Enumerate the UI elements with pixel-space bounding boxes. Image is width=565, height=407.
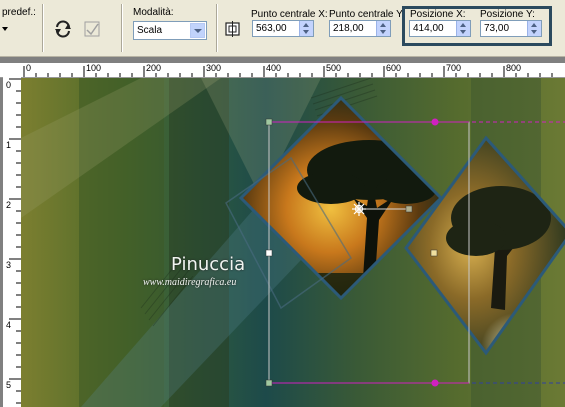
pos-y-label: Posizione Y: <box>480 9 535 20</box>
horizontal-ruler: 0 100 200 300 400 500 600 700 800 <box>0 63 565 78</box>
preset-label: predef.: <box>2 7 36 18</box>
chevron-down-icon[interactable] <box>190 23 205 38</box>
ruler-label: 1 <box>6 140 12 150</box>
mode-label: Modalità: <box>133 7 174 18</box>
pos-x-spinner[interactable] <box>456 21 470 36</box>
ruler-label: 4 <box>6 320 12 330</box>
ruler-label: 800 <box>506 63 522 73</box>
mode-select[interactable]: Scala <box>133 21 207 40</box>
reset-icon[interactable] <box>53 19 73 39</box>
ruler-label: 600 <box>386 63 402 73</box>
pos-y-spinner[interactable] <box>527 21 541 36</box>
center-y-input[interactable]: 218,00 <box>329 20 391 37</box>
center-y-spinner[interactable] <box>376 21 390 36</box>
pos-x-input[interactable]: 414,00 <box>409 20 471 37</box>
ruler-label: 500 <box>326 63 342 73</box>
preset-dropdown-arrow[interactable] <box>2 27 8 31</box>
pos-y-input[interactable]: 73,00 <box>480 20 542 37</box>
ruler-label: 0 <box>26 63 32 73</box>
center-x-label: Punto centrale X: <box>251 9 328 20</box>
ruler-label: 5 <box>6 380 12 390</box>
pos-x-label: Posizione X: <box>410 9 466 20</box>
ruler-label: 3 <box>6 260 12 270</box>
watermark-name: Pinuccia <box>171 254 246 275</box>
center-x-value: 563,00 <box>256 23 287 34</box>
center-y-label: Punto centrale Y: <box>329 9 405 20</box>
separator <box>216 4 217 52</box>
ruler-label: 700 <box>446 63 462 73</box>
center-x-input[interactable]: 563,00 <box>252 20 314 37</box>
ruler-label: 200 <box>146 63 162 73</box>
center-x-spinner[interactable] <box>299 21 313 36</box>
watermark-url: www.maidiregrafica.eu <box>143 277 237 288</box>
apply-icon[interactable] <box>82 19 102 39</box>
pos-x-value: 414,00 <box>413 23 444 34</box>
center-y-value: 218,00 <box>333 23 364 34</box>
ruler-label: 2 <box>6 200 12 210</box>
canvas-artwork <box>21 78 565 407</box>
ruler-label: 0 <box>6 80 12 90</box>
toolbar: predef.: Modalità: Scala Punto centrale … <box>0 0 565 57</box>
ruler-label: 300 <box>206 63 222 73</box>
ruler-label: 400 <box>266 63 282 73</box>
vertical-ruler: 0 1 2 3 4 5 <box>3 77 22 407</box>
document-canvas[interactable]: Pinuccia www.maidiregrafica.eu <box>21 78 565 407</box>
mode-value: Scala <box>137 25 163 36</box>
center-point-icon[interactable] <box>224 20 244 40</box>
pos-y-value: 73,00 <box>484 23 510 34</box>
separator <box>42 4 43 52</box>
ruler-label: 100 <box>86 63 102 73</box>
separator <box>121 4 122 52</box>
